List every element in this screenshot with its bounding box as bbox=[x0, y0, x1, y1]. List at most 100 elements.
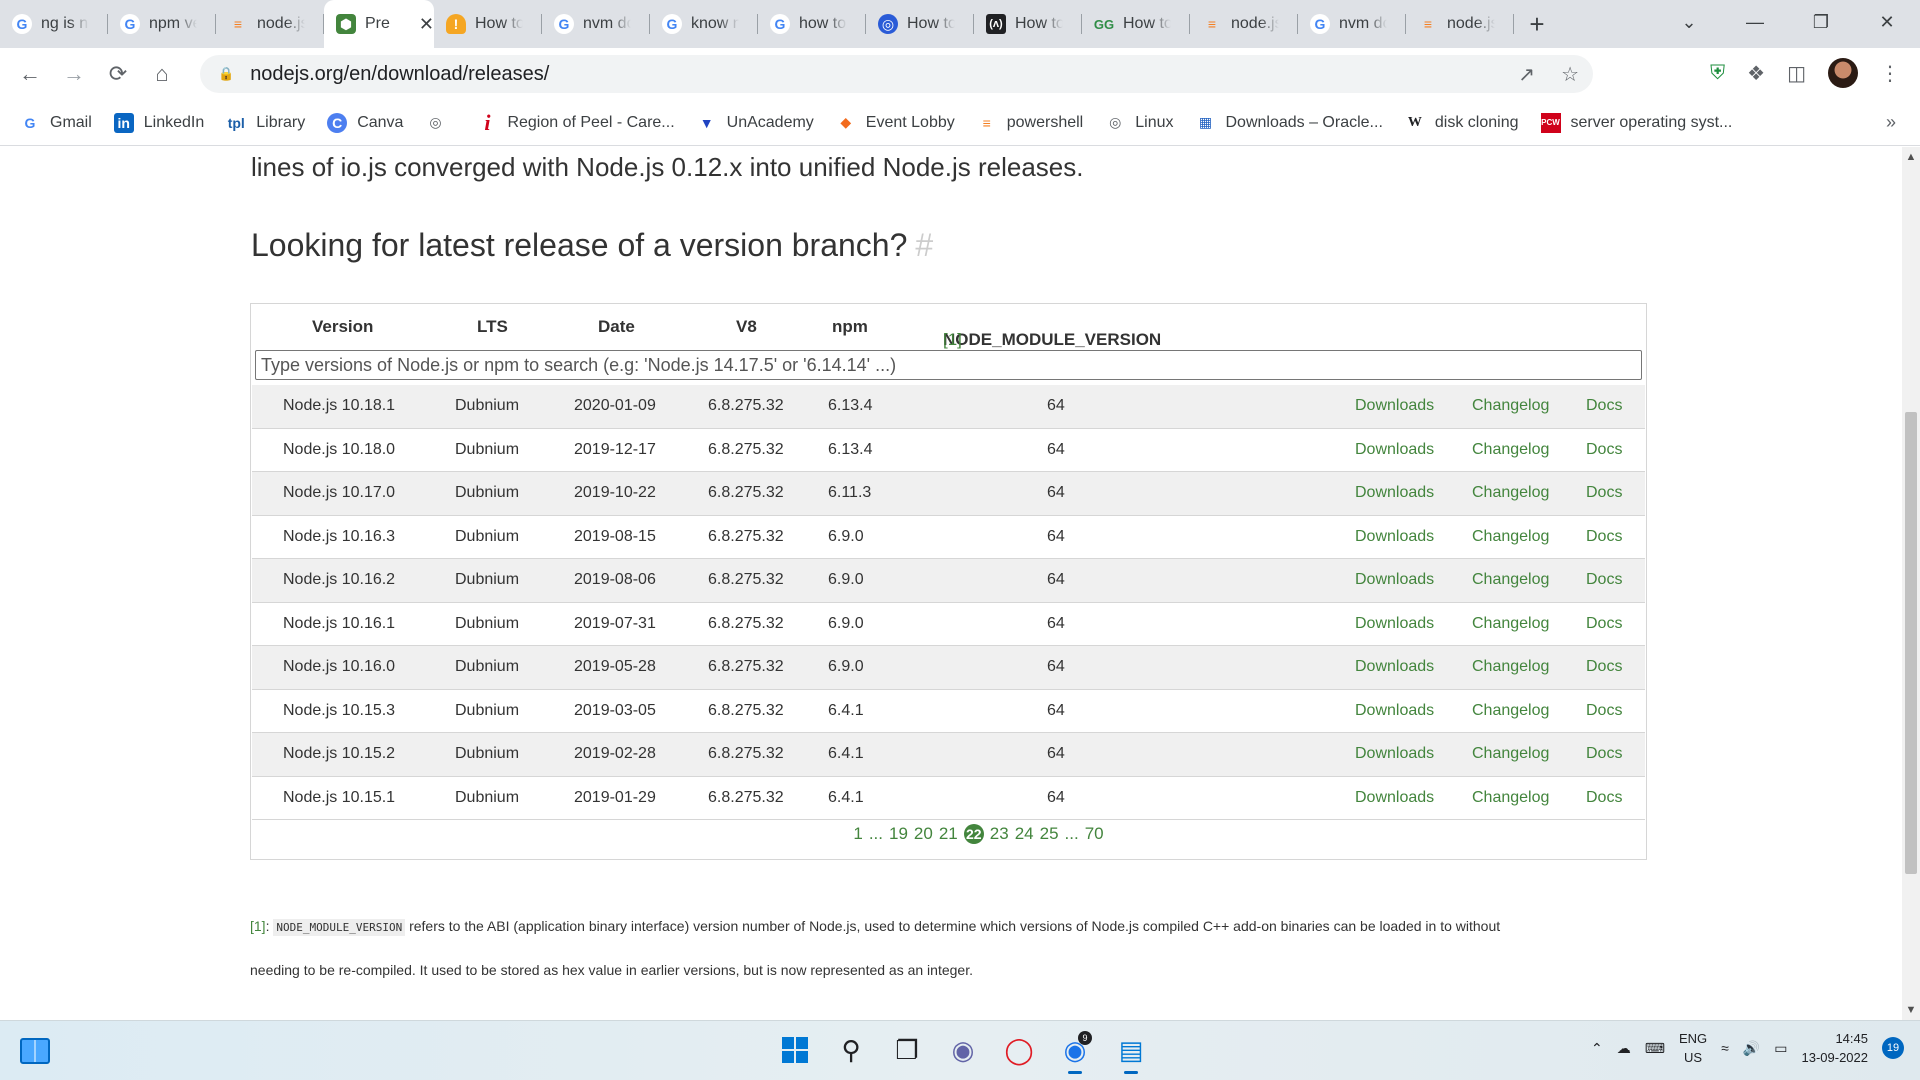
reload-button[interactable]: ⟳ bbox=[96, 61, 140, 87]
docs-link[interactable]: Docs bbox=[1586, 789, 1622, 807]
docs-link[interactable]: Docs bbox=[1586, 571, 1622, 589]
browser-tab[interactable]: ≡ node.js bbox=[1190, 0, 1298, 48]
url-text[interactable]: nodejs.org/en/download/releases/ bbox=[250, 63, 549, 86]
browser-tab[interactable]: Gknow n bbox=[650, 0, 758, 48]
col-version[interactable]: Version bbox=[312, 317, 373, 337]
browser-tab[interactable]: Gnvm dc bbox=[1298, 0, 1406, 48]
task-view-icon[interactable]: ❐ bbox=[890, 1031, 924, 1069]
changelog-link[interactable]: Changelog bbox=[1472, 615, 1549, 633]
new-tab-button[interactable]: + bbox=[1514, 0, 1560, 48]
teams-chat-icon[interactable]: ◉ bbox=[946, 1031, 980, 1069]
back-button[interactable]: ← bbox=[8, 61, 52, 87]
downloads-link[interactable]: Downloads bbox=[1355, 528, 1434, 546]
downloads-link[interactable]: Downloads bbox=[1355, 658, 1434, 676]
chrome-icon[interactable]: ◉ 9 bbox=[1058, 1031, 1092, 1074]
col-v8[interactable]: V8 bbox=[736, 317, 757, 337]
vertical-scrollbar[interactable]: ▲ ▼ bbox=[1902, 147, 1920, 1020]
downloads-link[interactable]: Downloads bbox=[1355, 571, 1434, 589]
language-indicator[interactable]: ENG US bbox=[1679, 1029, 1707, 1067]
pagination-link[interactable]: 25 bbox=[1040, 824, 1059, 844]
browser-tab[interactable]: GG How to bbox=[1082, 0, 1190, 48]
docs-link[interactable]: Docs bbox=[1586, 484, 1622, 502]
scroll-up-icon[interactable]: ▲ bbox=[1902, 151, 1920, 163]
battery-icon[interactable]: ▭ bbox=[1774, 1040, 1787, 1057]
wifi-icon[interactable]: ≈ bbox=[1721, 1040, 1729, 1056]
changelog-link[interactable]: Changelog bbox=[1472, 571, 1549, 589]
docs-link[interactable]: Docs bbox=[1586, 702, 1622, 720]
docs-link[interactable]: Docs bbox=[1586, 745, 1622, 763]
notepad-icon[interactable]: ▤ bbox=[1114, 1031, 1148, 1074]
pagination-link[interactable]: 70 bbox=[1085, 824, 1104, 844]
bookmark-star-icon[interactable]: ☆ bbox=[1561, 62, 1579, 87]
pagination-current[interactable]: 22 bbox=[963, 824, 984, 844]
downloads-link[interactable]: Downloads bbox=[1355, 615, 1434, 633]
bookmark-item[interactable]: ▼ UnAcademy bbox=[697, 113, 814, 133]
pagination-link[interactable]: 24 bbox=[1015, 824, 1034, 844]
volume-icon[interactable]: 🔊 bbox=[1743, 1040, 1760, 1057]
onedrive-icon[interactable]: ☁ bbox=[1617, 1040, 1631, 1057]
bookmark-item[interactable]: ≡ powershell bbox=[977, 113, 1084, 133]
downloads-link[interactable]: Downloads bbox=[1355, 789, 1434, 807]
browser-tab[interactable]: ⬢ Pre ✕ bbox=[324, 0, 434, 48]
docs-link[interactable]: Docs bbox=[1586, 615, 1622, 633]
footnote-ref-link[interactable]: [1] bbox=[943, 330, 962, 350]
search-icon[interactable]: ⚲ bbox=[834, 1031, 868, 1069]
profile-avatar[interactable] bbox=[1828, 58, 1858, 88]
pagination-link[interactable]: 20 bbox=[914, 824, 933, 844]
browser-tab[interactable]: ◎ How to bbox=[866, 0, 974, 48]
bookmark-item[interactable]: PCW server operating syst... bbox=[1540, 112, 1732, 133]
pagination-link[interactable]: 1 bbox=[853, 824, 862, 844]
version-search-input[interactable] bbox=[255, 350, 1642, 380]
changelog-link[interactable]: Changelog bbox=[1472, 789, 1549, 807]
windows-start-icon[interactable] bbox=[778, 1031, 812, 1069]
pagination-link[interactable]: 21 bbox=[939, 824, 958, 844]
pagination-link[interactable]: 19 bbox=[889, 824, 908, 844]
side-panel-icon[interactable]: ◫ bbox=[1787, 61, 1806, 86]
clock[interactable]: 14:45 13-09-2022 bbox=[1802, 1029, 1869, 1067]
browser-tab[interactable]: Gng is nc bbox=[0, 0, 108, 48]
downloads-link[interactable]: Downloads bbox=[1355, 745, 1434, 763]
keyboard-icon[interactable]: ⌨ bbox=[1645, 1040, 1665, 1057]
tray-overflow-icon[interactable]: ⌃ bbox=[1591, 1040, 1603, 1057]
tab-search-icon[interactable]: ⌄ bbox=[1656, 12, 1722, 33]
forward-button[interactable]: → bbox=[52, 61, 96, 87]
close-tab-icon[interactable]: ✕ bbox=[419, 14, 434, 35]
downloads-link[interactable]: Downloads bbox=[1355, 397, 1434, 415]
col-lts[interactable]: LTS bbox=[477, 317, 508, 337]
opera-icon[interactable]: ◯ bbox=[1002, 1031, 1036, 1069]
notification-badge[interactable]: 19 bbox=[1882, 1037, 1904, 1059]
docs-link[interactable]: Docs bbox=[1586, 528, 1622, 546]
docs-link[interactable]: Docs bbox=[1586, 658, 1622, 676]
browser-tab[interactable]: ≡ node.js bbox=[1406, 0, 1514, 48]
bookmarks-overflow-icon[interactable]: » bbox=[1886, 112, 1896, 133]
browser-tab[interactable]: (ʌ) How to bbox=[974, 0, 1082, 48]
docs-link[interactable]: Docs bbox=[1586, 397, 1622, 415]
lock-icon[interactable]: 🔒 bbox=[218, 66, 234, 82]
bookmark-item[interactable]: G Gmail bbox=[20, 113, 92, 133]
bookmark-item[interactable]: ◎ bbox=[425, 113, 455, 133]
changelog-link[interactable]: Changelog bbox=[1472, 702, 1549, 720]
changelog-link[interactable]: Changelog bbox=[1472, 528, 1549, 546]
changelog-link[interactable]: Changelog bbox=[1472, 484, 1549, 502]
bookmark-item[interactable]: in LinkedIn bbox=[113, 112, 204, 133]
bookmark-item[interactable]: ◆ Event Lobby bbox=[836, 113, 954, 133]
pagination-link[interactable]: 23 bbox=[990, 824, 1009, 844]
browser-tab[interactable]: Gnpm ve bbox=[108, 0, 216, 48]
downloads-link[interactable]: Downloads bbox=[1355, 484, 1434, 502]
scroll-down-icon[interactable]: ▼ bbox=[1902, 1004, 1920, 1016]
home-button[interactable]: ⌂ bbox=[140, 61, 184, 87]
bookmark-item[interactable]: Wdisk cloning bbox=[1405, 113, 1519, 133]
browser-tab[interactable]: Ghow to bbox=[758, 0, 866, 48]
heading-anchor-link[interactable]: # bbox=[915, 227, 933, 263]
browser-tab[interactable]: Gnvm do bbox=[542, 0, 650, 48]
menu-kebab-icon[interactable]: ⋮ bbox=[1880, 61, 1900, 86]
bookmark-item[interactable]: tpl Library bbox=[226, 113, 305, 133]
address-bar[interactable]: 🔒 nodejs.org/en/download/releases/ ↗ ☆ bbox=[200, 55, 1593, 93]
adblock-shield-icon[interactable]: ⛨ bbox=[1710, 62, 1725, 85]
scrollbar-thumb[interactable] bbox=[1905, 412, 1917, 874]
extensions-puzzle-icon[interactable]: ❖ bbox=[1747, 61, 1765, 86]
browser-tab[interactable]: ≡ node.js bbox=[216, 0, 324, 48]
changelog-link[interactable]: Changelog bbox=[1472, 397, 1549, 415]
changelog-link[interactable]: Changelog bbox=[1472, 441, 1549, 459]
close-window-button[interactable]: ✕ bbox=[1854, 12, 1920, 33]
